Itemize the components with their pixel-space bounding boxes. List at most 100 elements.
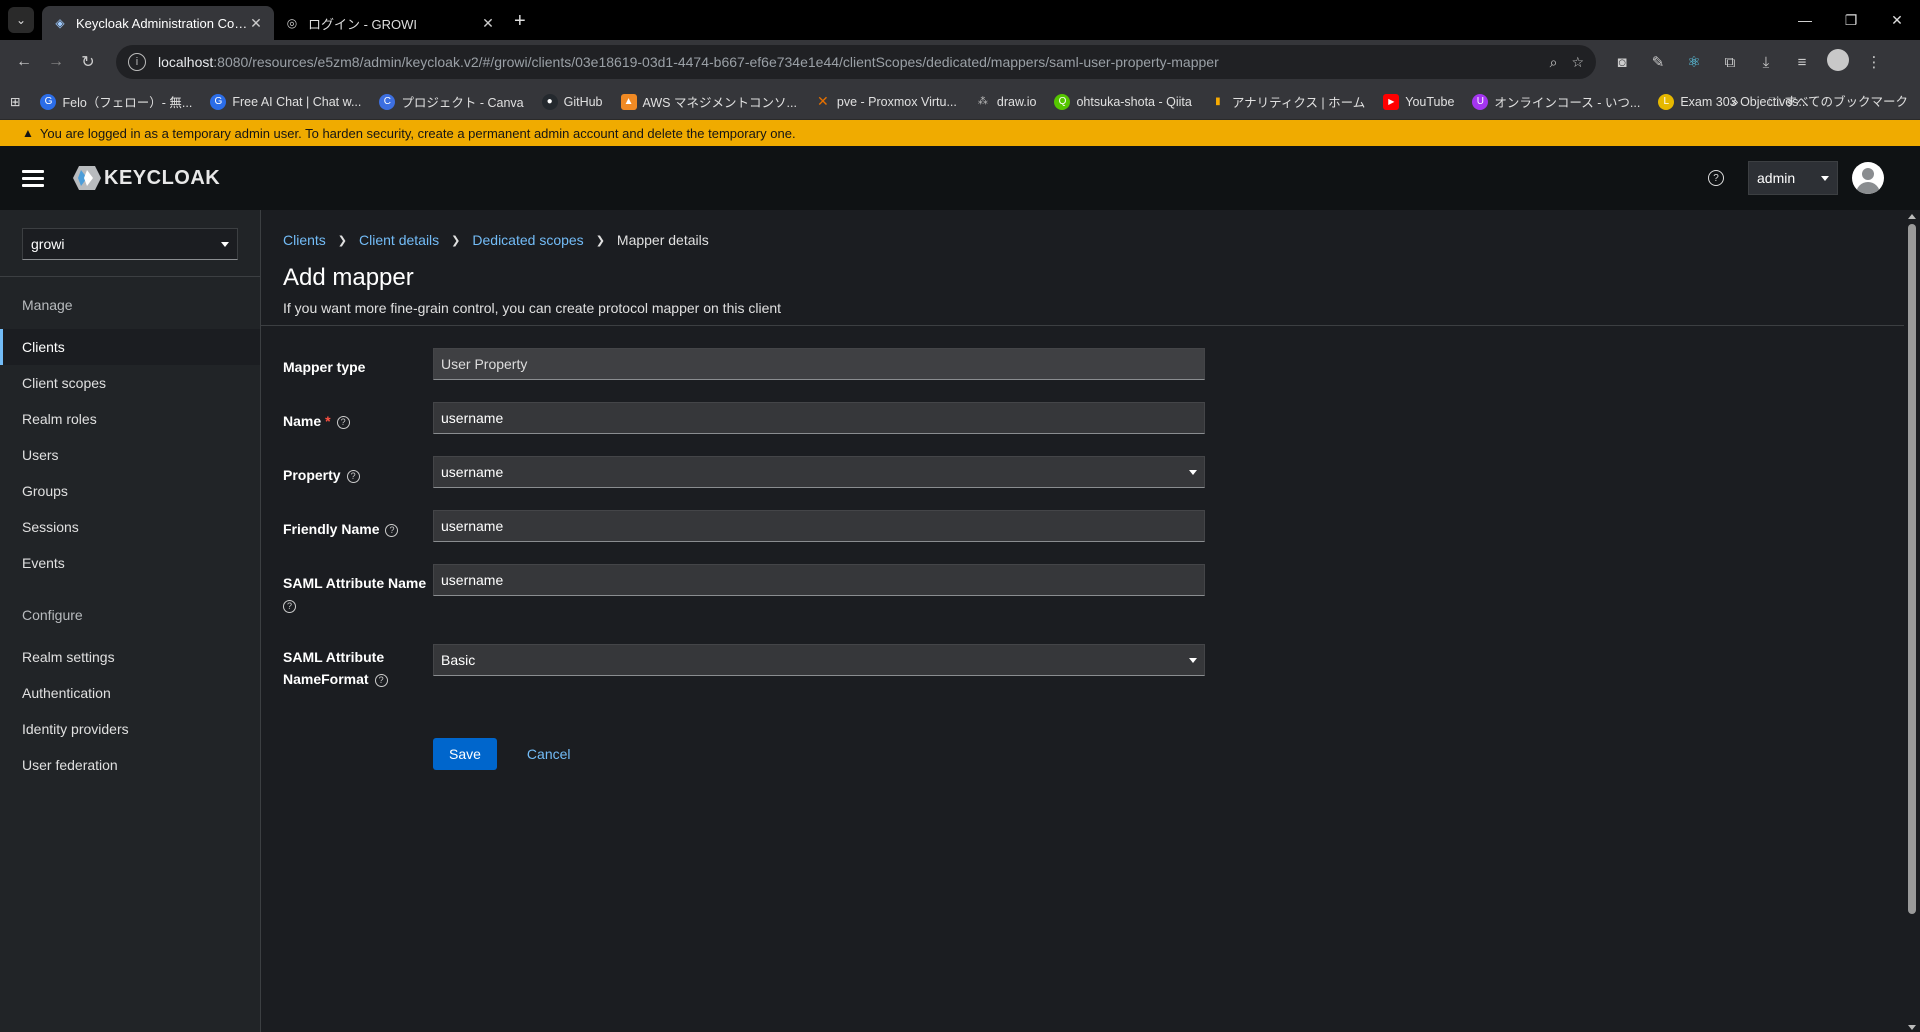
user-dropdown[interactable]: admin — [1748, 161, 1838, 195]
property-select[interactable]: username — [433, 456, 1205, 488]
help-icon[interactable]: ? — [346, 469, 360, 483]
sidebar-item-realm-settings[interactable]: Realm settings — [0, 639, 260, 675]
camera-icon[interactable]: ◙ — [1604, 54, 1640, 71]
cancel-button[interactable]: Cancel — [527, 746, 571, 762]
name-label: Name *? — [283, 402, 433, 432]
zoom-icon[interactable]: ⌕ — [1550, 54, 1558, 71]
help-icon[interactable]: ? — [385, 523, 399, 537]
bookmark-item[interactable]: ● GitHub — [541, 93, 603, 110]
page-subtitle: If you want more fine-grain control, you… — [283, 300, 782, 316]
url-path: :8080/resources/e5zm8/admin/keycloak.v2/… — [213, 54, 1219, 70]
saml-attribute-name-input[interactable]: username — [433, 564, 1205, 596]
extensions-area: ◙ ✎ ⚛ ⧉ ⤓ ≡ ⋮ — [1604, 49, 1892, 75]
minimize-icon[interactable]: — — [1782, 0, 1828, 40]
reload-icon[interactable]: ↻ — [72, 46, 104, 78]
media-control-icon[interactable]: ≡ — [1784, 54, 1820, 71]
saml-nameformat-select[interactable]: Basic — [433, 644, 1205, 676]
eyedropper-icon[interactable]: ✎ — [1640, 53, 1676, 71]
sidebar-item-client-scopes[interactable]: Client scopes — [0, 365, 260, 401]
bookmark-label: アナリティクス | ホーム — [1231, 96, 1366, 110]
banner-text: You are logged in as a temporary admin u… — [39, 125, 796, 141]
drawio-icon: ⁂ — [977, 96, 988, 107]
github-icon: ● — [541, 93, 558, 110]
profile-icon[interactable] — [1820, 49, 1856, 75]
forward-icon[interactable]: → — [40, 46, 72, 78]
bookmark-label: AWS マネジメントコンソ... — [642, 96, 797, 110]
page-scrollbar[interactable] — [1904, 210, 1920, 1032]
breadcrumb: Clients ❯ Client details ❯ Dedicated sco… — [283, 232, 1898, 248]
all-bookmarks-folder[interactable]: 🗀 すべてのブックマーク — [1768, 91, 1908, 114]
sidebar-item-sessions[interactable]: Sessions — [0, 509, 260, 545]
chevron-right-icon: ❯ — [595, 234, 605, 247]
hamburger-menu-icon[interactable] — [22, 169, 44, 187]
sidebar-item-user-federation[interactable]: User federation — [0, 747, 260, 783]
sidebar-item-identity-providers[interactable]: Identity providers — [0, 711, 260, 747]
browser-menu-icon[interactable]: ⋮ — [1856, 53, 1892, 71]
tab-keycloak[interactable]: ◈ Keycloak Administration Console ✕ — [42, 6, 274, 40]
tab-search-button[interactable]: ⌄ — [8, 7, 34, 33]
realm-selector[interactable]: growi — [22, 228, 238, 260]
url-text[interactable]: localhost:8080/resources/e5zm8/admin/key… — [158, 54, 1536, 70]
udemy-icon: U — [1472, 93, 1489, 110]
breadcrumb-clients[interactable]: Clients — [283, 232, 326, 248]
bookmark-item[interactable]: ✕ pve - Proxmox Virtu... — [815, 93, 957, 110]
help-icon[interactable]: ? — [1708, 170, 1724, 186]
scroll-down-icon[interactable] — [1908, 1025, 1916, 1030]
bookmark-item[interactable]: Qohtsuka-shota - Qiita — [1054, 93, 1192, 110]
chevron-down-icon — [1189, 657, 1197, 663]
help-icon[interactable]: ? — [374, 673, 388, 687]
extensions-icon[interactable]: ⧉ — [1712, 54, 1748, 71]
bookmark-item[interactable]: C プロジェクト - Canva — [379, 92, 524, 111]
apps-grid-icon[interactable]: ⊞ — [10, 94, 20, 109]
bookmark-label: Free AI Chat | Chat w... — [232, 94, 362, 109]
bookmark-item[interactable]: ⁂ draw.io — [975, 94, 1037, 110]
bookmark-item[interactable]: U オンラインコース - いつ... — [1472, 92, 1640, 111]
sidebar-item-groups[interactable]: Groups — [0, 473, 260, 509]
back-icon[interactable]: ← — [8, 46, 40, 78]
save-button[interactable]: Save — [433, 738, 497, 770]
bookmark-item[interactable]: G Felo（フェロー）- 無... — [40, 92, 192, 111]
bookmark-star-icon[interactable]: ☆ — [1571, 54, 1584, 71]
logo-text: KEYCLOAK — [104, 166, 221, 189]
temporary-admin-banner: ▲ You are logged in as a temporary admin… — [0, 120, 1920, 146]
react-devtools-icon[interactable]: ⚛ — [1676, 53, 1712, 71]
sidebar-item-clients[interactable]: Clients — [0, 329, 260, 365]
sidebar-item-realm-roles[interactable]: Realm roles — [0, 401, 260, 437]
keycloak-logo-icon — [72, 165, 102, 191]
sidebar-item-authentication[interactable]: Authentication — [0, 675, 260, 711]
close-window-icon[interactable]: ✕ — [1874, 0, 1920, 40]
new-tab-button[interactable]: + — [514, 10, 526, 33]
friendly-name-input[interactable]: username — [433, 510, 1205, 542]
address-bar[interactable]: i localhost:8080/resources/e5zm8/admin/k… — [116, 45, 1596, 79]
sidebar-item-users[interactable]: Users — [0, 437, 260, 473]
name-label-text: Name — [283, 413, 322, 429]
bookmark-label: オンラインコース - いつ... — [1494, 96, 1641, 110]
keycloak-logo[interactable]: KEYCLOAK — [72, 165, 220, 191]
all-bookmarks-label: すべてのブックマーク — [1784, 94, 1908, 109]
download-icon[interactable]: ⤓ — [1748, 54, 1784, 71]
bookmark-item[interactable]: G Free AI Chat | Chat w... — [210, 93, 362, 110]
friendly-name-value: username — [441, 518, 504, 534]
bookmark-item[interactable]: ▮ アナリティクス | ホーム — [1210, 92, 1365, 111]
close-tab-icon[interactable]: ✕ — [248, 15, 264, 32]
sidebar-section-manage: Manage — [22, 297, 73, 313]
avatar[interactable] — [1852, 162, 1884, 194]
scroll-up-icon[interactable] — [1908, 214, 1916, 219]
scrollbar-thumb[interactable] — [1908, 224, 1916, 914]
breadcrumb-dedicated-scopes[interactable]: Dedicated scopes — [472, 232, 583, 248]
close-tab-icon[interactable]: ✕ — [480, 15, 496, 32]
tab-growi[interactable]: ◎ ログイン - GROWI ✕ — [274, 6, 506, 40]
name-input[interactable]: username — [433, 402, 1205, 434]
help-icon[interactable]: ? — [336, 415, 350, 429]
site-info-icon[interactable]: i — [128, 53, 146, 71]
sidebar-item-events[interactable]: Events — [0, 545, 260, 581]
saml-nameformat-value: Basic — [441, 652, 476, 668]
bookmark-label: YouTube — [1405, 94, 1455, 109]
restore-icon[interactable]: ❐ — [1828, 0, 1874, 40]
sidebar-divider — [0, 276, 260, 277]
bookmark-item[interactable]: ▲ AWS マネジメントコンソ... — [620, 92, 797, 111]
help-icon[interactable]: ? — [283, 599, 296, 613]
more-bookmarks-icon[interactable]: » — [1731, 95, 1738, 109]
breadcrumb-client-details[interactable]: Client details — [359, 232, 439, 248]
bookmark-item[interactable]: ▶ YouTube — [1383, 93, 1455, 110]
